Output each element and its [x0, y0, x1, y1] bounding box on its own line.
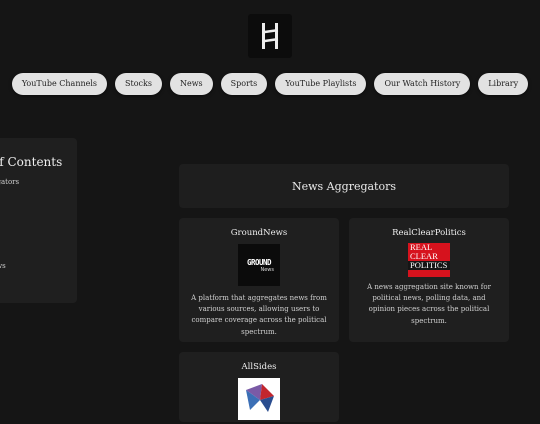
toc-item[interactable]: ews [0, 262, 6, 270]
nav-sports[interactable]: Sports [220, 73, 268, 95]
table-of-contents: of Contents ggators s ews s [0, 138, 77, 303]
card-title: AllSides [241, 362, 277, 372]
card-description: A news aggregation site known for politi… [367, 283, 491, 325]
card-title: GroundNews [230, 228, 288, 238]
ladder-logo-icon [261, 23, 279, 49]
rcp-logo: REAL CLEAR POLITICS [408, 243, 450, 277]
section-header: News Aggregators [179, 164, 509, 208]
toc-item-news-aggregators[interactable]: ggators [0, 178, 19, 186]
card-title: RealClearPolitics [392, 228, 466, 238]
nav-youtube-playlists[interactable]: YouTube Playlists [275, 73, 367, 95]
nav-news[interactable]: News [169, 73, 213, 95]
nav-stocks[interactable]: Stocks [115, 73, 162, 95]
toc-title: of Contents [0, 155, 63, 169]
groundnews-logo-subtext: News [260, 266, 274, 273]
nav-watch-history[interactable]: Our Watch History [374, 73, 471, 95]
rcp-logo-line: POLITICS [408, 261, 450, 270]
card-groundnews[interactable]: GroundNews GROUND News A platform that a… [179, 218, 339, 342]
card-allsides[interactable]: AllSides [179, 352, 339, 422]
card-description: A platform that aggregates news from var… [191, 294, 327, 336]
allsides-logo [238, 378, 280, 420]
section-title: News Aggregators [291, 179, 397, 193]
groundnews-logo: GROUND News [238, 244, 280, 286]
nav-library[interactable]: Library [478, 73, 529, 95]
site-logo[interactable] [248, 14, 292, 58]
groundnews-logo-text: GROUND [246, 257, 272, 267]
main-nav: YouTube Channels Stocks News Sports YouT… [0, 73, 540, 95]
allsides-logo-icon [246, 384, 274, 412]
card-realclearpolitics[interactable]: RealClearPolitics REAL CLEAR POLITICS A … [349, 218, 509, 342]
nav-youtube-channels[interactable]: YouTube Channels [11, 73, 108, 95]
